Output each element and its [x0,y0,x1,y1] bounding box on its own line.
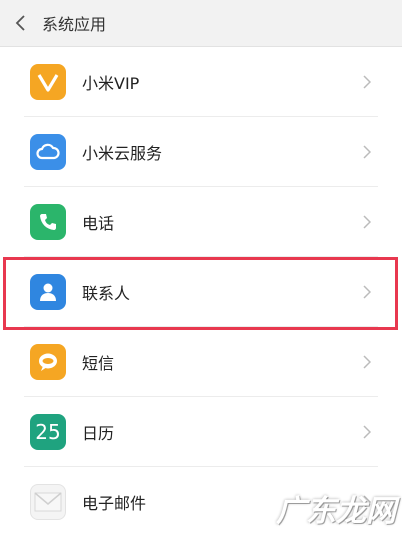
vip-icon [30,64,66,100]
list-item-label: 联系人 [82,284,131,303]
chevron-right-icon [360,285,374,299]
app-list: 小米VIP 小米云服务 电话 联系人 短信 25 日历 电子邮件 [0,47,402,537]
contact-icon [30,274,66,310]
list-item-label: 日历 [82,424,115,443]
chevron-right-icon [360,355,374,369]
list-item-label: 小米云服务 [82,144,163,163]
mail-icon [30,484,66,520]
phone-icon [30,204,66,240]
page-title: 系统应用 [42,15,107,34]
list-item-contacts[interactable]: 联系人 [0,257,402,327]
list-item-messages[interactable]: 短信 [0,327,402,397]
list-item-label: 电话 [82,214,115,233]
calendar-icon: 25 [30,414,66,450]
chevron-right-icon [360,75,374,89]
calendar-day-text: 25 [35,420,61,444]
chevron-right-icon [360,425,374,439]
header: 系统应用 [0,0,402,47]
chevron-right-icon [360,215,374,229]
chevron-left-icon[interactable] [12,14,30,32]
list-item-vip[interactable]: 小米VIP [0,47,402,117]
list-item-phone[interactable]: 电话 [0,187,402,257]
chevron-right-icon [360,145,374,159]
watermark: 广东龙网 [276,494,396,529]
message-icon [30,344,66,380]
list-item-label: 短信 [82,354,115,373]
list-item-label: 小米VIP [82,74,140,93]
cloud-icon [30,134,66,170]
list-item-calendar[interactable]: 25 日历 [0,397,402,467]
list-item-cloud[interactable]: 小米云服务 [0,117,402,187]
